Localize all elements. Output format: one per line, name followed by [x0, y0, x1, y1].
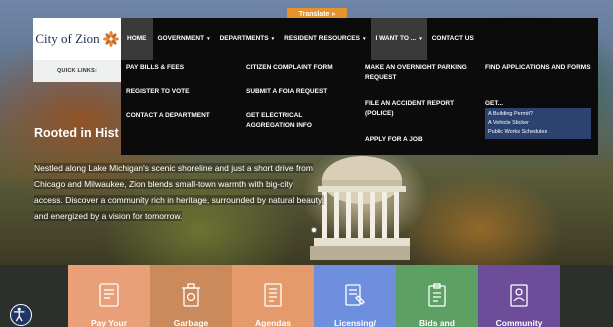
nav-government-label: GOVERNMENT	[157, 35, 205, 42]
dropdown-link-overnight-parking[interactable]: MAKE AN OVERNIGHT PARKING REQUEST	[365, 63, 470, 83]
tile-licensing-label: Licensing/	[333, 318, 377, 327]
community-icon	[510, 284, 528, 307]
get-link-building-permit[interactable]: A Building Permit?	[488, 110, 588, 119]
dropdown-link-accident-report[interactable]: FILE AN ACCIDENT REPORT (POLICE)	[365, 99, 470, 119]
nav-government[interactable]: GOVERNMENT ▾	[153, 18, 215, 60]
nav-departments[interactable]: DEPARTMENTS ▾	[215, 18, 280, 60]
dropdown-link-citizen-complaint[interactable]: CITIZEN COMPLAINT FORM	[246, 63, 356, 73]
tile-community-label: Community	[495, 318, 543, 327]
nav-departments-label: DEPARTMENTS	[219, 35, 269, 42]
dropdown-link-apply-job[interactable]: APPLY FOR A JOB	[365, 135, 470, 145]
get-submenu: A Building Permit? A Vehicle Sticker Pub…	[485, 108, 591, 139]
clipboard-icon	[428, 283, 446, 307]
document-icon	[264, 283, 282, 307]
accessibility-button[interactable]	[10, 304, 32, 326]
hero-description-text: Nestled along Lake Michigan's scenic sho…	[34, 163, 324, 221]
nav-contact-us[interactable]: CONTACT US	[427, 18, 479, 60]
site-logo[interactable]: City of Zion	[33, 18, 121, 60]
tile-agendas[interactable]: Agendas	[232, 265, 314, 327]
nav-home-label: HOME	[127, 35, 147, 42]
license-icon	[345, 284, 365, 306]
tile-pay-your[interactable]: Pay Your	[68, 265, 150, 327]
accessibility-icon	[13, 307, 25, 322]
get-link-vehicle-sticker[interactable]: A Vehicle Sticker	[488, 119, 588, 128]
dropdown-link-register-vote[interactable]: REGISTER TO VOTE	[126, 87, 236, 97]
dropdown-link-applications-forms[interactable]: FIND APPLICATIONS AND FORMS	[485, 63, 593, 73]
nav-home[interactable]: HOME	[121, 18, 153, 60]
tile-pay-your-label: Pay Your	[90, 318, 128, 327]
hero-title: Rooted in Hist	[34, 126, 119, 140]
tile-licensing[interactable]: Licensing/	[314, 265, 396, 327]
dropdown-link-pay-bills[interactable]: PAY BILLS & FEES	[126, 63, 236, 73]
carousel-indicator[interactable]	[311, 227, 317, 233]
tile-bids-label: Bids and	[419, 318, 455, 327]
nav-contact-us-label: CONTACT US	[431, 35, 474, 42]
hero-description: Nestled along Lake Michigan's scenic sho…	[34, 160, 324, 224]
chevron-down-icon: ▾	[419, 36, 422, 42]
tile-community[interactable]: Community	[478, 265, 560, 327]
chevron-down-icon: ▾	[271, 36, 275, 42]
tile-bids[interactable]: Bids and	[396, 265, 478, 327]
recycle-bin-icon	[182, 283, 200, 307]
flower-logo-icon	[102, 31, 119, 47]
get-link-public-works[interactable]: Public Works Schedules	[488, 128, 588, 137]
nav-i-want-to-label: I WANT TO ...	[375, 35, 417, 42]
dropdown-link-electrical-aggregation[interactable]: GET ELECTRICAL AGGREGATION INFO	[246, 111, 336, 131]
dropdown-link-contact-department[interactable]: CONTACT A DEPARTMENT	[126, 111, 236, 121]
logo-text: City of Zion	[35, 31, 100, 46]
tile-garbage[interactable]: Garbage	[150, 265, 232, 327]
nav-i-want-to[interactable]: I WANT TO ... ▾	[370, 18, 427, 60]
dropdown-link-foia-request[interactable]: SUBMIT A FOIA REQUEST	[246, 87, 356, 97]
tile-garbage-label: Garbage	[173, 318, 209, 327]
i-want-to-dropdown: PAY BILLS & FEES REGISTER TO VOTE CONTAC…	[121, 60, 598, 155]
nav-resident-resources-label: RESIDENT RESOURCES	[284, 35, 360, 42]
quick-links-label: QUICK LINKS:	[33, 60, 121, 82]
nav-resident-resources[interactable]: RESIDENT RESOURCES ▾	[279, 18, 370, 60]
tile-agendas-label: Agendas	[255, 318, 291, 327]
chevron-down-icon: ▾	[362, 36, 366, 42]
bill-icon	[99, 283, 119, 307]
quick-tiles: Pay Your Garbage Agendas Licensing/ Bids…	[0, 265, 613, 327]
chevron-down-icon: ▾	[207, 36, 210, 42]
main-nav: HOME GOVERNMENT ▾ DEPARTMENTS ▾ RESIDENT R…	[121, 18, 598, 60]
